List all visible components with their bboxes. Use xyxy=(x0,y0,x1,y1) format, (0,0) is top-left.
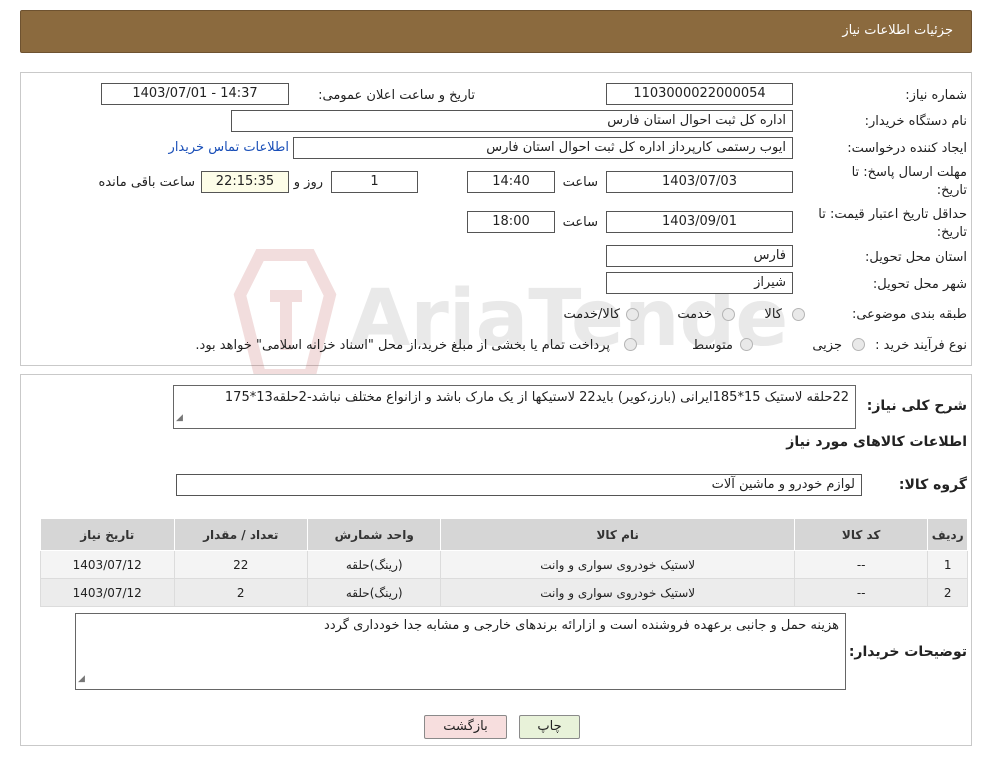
process-option-minor: جزیی xyxy=(812,338,842,353)
cell-goods-name: لاستیک خودروی سواری و وانت xyxy=(440,550,795,579)
need-number-field: 1103000022000054 xyxy=(606,83,793,105)
table-header-row: ردیف کد کالا نام کالا واحد شمارش تعداد /… xyxy=(40,518,968,551)
goods-info-title: اطلاعات کالاهای مورد نیاز xyxy=(786,434,967,450)
table-row: 1 -- لاستیک خودروی سواری و وانت (رینگ)حل… xyxy=(40,550,968,579)
time-remaining-field: 22:15:35 xyxy=(201,171,289,193)
deadline-label: مهلت ارسال پاسخ: تا xyxy=(851,165,967,180)
province-label: استان محل تحویل: xyxy=(865,250,967,265)
days-remaining-field: 1 xyxy=(331,171,418,193)
days-label: روز و xyxy=(293,175,323,190)
summary-textarea[interactable]: 22حلقه لاستیک 15*185ایرانی (بارز،کویر) ب… xyxy=(173,385,856,429)
validity-label: حداقل تاریخ اعتبار قیمت: تا xyxy=(818,207,967,222)
cell-unit: (رینگ)حلقه xyxy=(306,578,442,607)
buyer-notes-label: توضیحات خریدار: xyxy=(848,644,967,660)
summary-label: شرح کلی نیاز: xyxy=(866,398,967,414)
buyer-field: اداره کل ثبت احوال استان فارس xyxy=(231,110,793,132)
time-remaining-label: ساعت باقی مانده xyxy=(98,175,195,190)
city-field: شیراز xyxy=(606,272,793,294)
creator-label: ایجاد کننده درخواست: xyxy=(847,141,967,156)
buyer-notes-text: هزینه حمل و جانبی برعهده فروشنده است و ا… xyxy=(324,618,839,633)
deadline-label-date: تاریخ: xyxy=(936,183,967,198)
province-field: فارس xyxy=(606,245,793,267)
category-radio-service[interactable] xyxy=(722,308,735,321)
summary-text: 22حلقه لاستیک 15*185ایرانی (بارز،کویر) ب… xyxy=(224,390,849,405)
process-radio-medium[interactable] xyxy=(740,338,753,351)
cell-goods-name: لاستیک خودروی سواری و وانت xyxy=(440,578,795,607)
process-option-medium: متوسط xyxy=(692,338,733,353)
page-title: جزئیات اطلاعات نیاز xyxy=(842,23,953,38)
cell-row-number: 2 xyxy=(927,578,968,607)
need-number-label: شماره نیاز: xyxy=(905,88,967,103)
payment-checkbox[interactable] xyxy=(624,338,637,351)
col-need-date: تاریخ نیاز xyxy=(40,518,175,551)
buyer-notes-textarea[interactable]: هزینه حمل و جانبی برعهده فروشنده است و ا… xyxy=(75,613,846,690)
deadline-date-field: 1403/07/03 xyxy=(606,171,793,193)
col-row-number: ردیف xyxy=(927,518,968,551)
cell-quantity: 22 xyxy=(173,550,308,579)
cell-goods-code: -- xyxy=(793,550,929,579)
col-unit: واحد شمارش xyxy=(306,518,442,551)
deadline-time-field: 14:40 xyxy=(467,171,555,193)
cell-need-date: 1403/07/12 xyxy=(40,550,175,579)
announce-date-field: 1403/07/01 - 14:37 xyxy=(101,83,289,105)
cell-unit: (رینگ)حلقه xyxy=(306,550,442,579)
table-row: 2 -- لاستیک خودروی سواری و وانت (رینگ)حل… xyxy=(40,578,968,607)
cell-row-number: 1 xyxy=(927,550,968,579)
resize-grip-icon[interactable]: ◢ xyxy=(78,671,85,688)
category-option-service: خدمت xyxy=(677,307,712,322)
deadline-time-label: ساعت xyxy=(562,175,598,190)
cell-quantity: 2 xyxy=(173,578,308,607)
print-button[interactable]: چاپ xyxy=(519,715,580,739)
resize-grip-icon[interactable]: ◢ xyxy=(176,410,183,427)
buyer-contact-link[interactable]: اطلاعات تماس خریدار xyxy=(169,140,289,155)
goods-group-field: لوازم خودرو و ماشین آلات xyxy=(176,474,862,496)
validity-date-field: 1403/09/01 xyxy=(606,211,793,233)
validity-time-label: ساعت xyxy=(562,215,598,230)
creator-field: ایوب رستمی کارپرداز اداره کل ثبت احوال ا… xyxy=(293,137,793,159)
goods-table: ردیف کد کالا نام کالا واحد شمارش تعداد /… xyxy=(40,518,968,607)
col-quantity: تعداد / مقدار xyxy=(173,518,308,551)
category-label: طبقه بندی موضوعی: xyxy=(851,307,967,322)
city-label: شهر محل تحویل: xyxy=(872,277,967,292)
page-header: جزئیات اطلاعات نیاز xyxy=(20,10,972,53)
payment-note: پرداخت تمام یا بخشی از مبلغ خرید،از محل … xyxy=(195,338,610,353)
buyer-label: نام دستگاه خریدار: xyxy=(864,114,967,129)
category-option-goods-service: کالا/خدمت xyxy=(563,307,620,322)
category-radio-goods[interactable] xyxy=(792,308,805,321)
process-radio-minor[interactable] xyxy=(852,338,865,351)
category-option-goods: کالا xyxy=(764,307,782,322)
col-goods-name: نام کالا xyxy=(440,518,795,551)
validity-time-field: 18:00 xyxy=(467,211,555,233)
validity-label-date: تاریخ: xyxy=(936,225,967,240)
back-button[interactable]: بازگشت xyxy=(424,715,507,739)
announce-date-label: تاریخ و ساعت اعلان عمومی: xyxy=(318,88,475,103)
col-goods-code: کد کالا xyxy=(793,518,929,551)
category-radio-goods-service[interactable] xyxy=(626,308,639,321)
cell-need-date: 1403/07/12 xyxy=(40,578,175,607)
goods-group-label: گروه کالا: xyxy=(898,477,967,493)
process-label: نوع فرآیند خرید : xyxy=(875,338,967,353)
cell-goods-code: -- xyxy=(793,578,929,607)
